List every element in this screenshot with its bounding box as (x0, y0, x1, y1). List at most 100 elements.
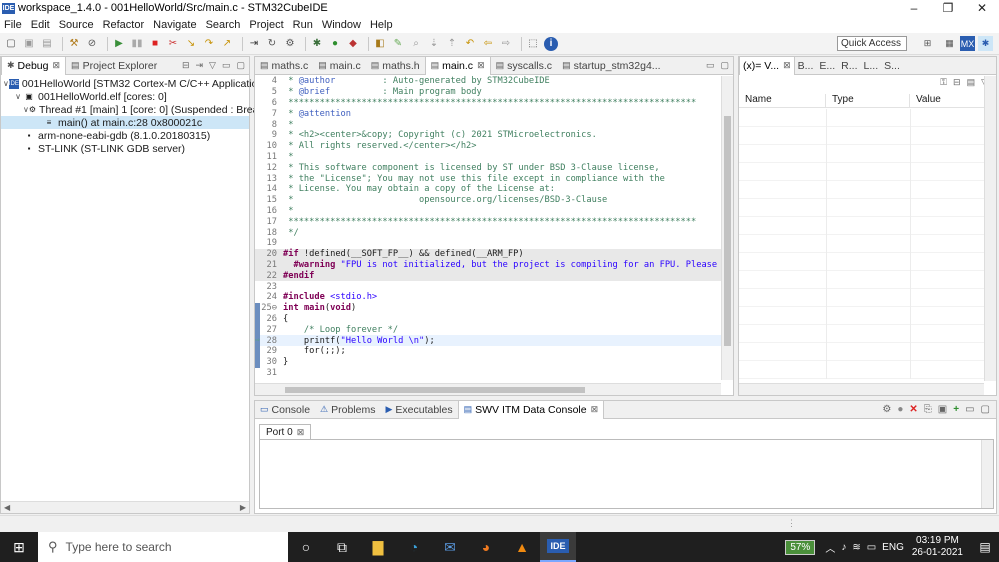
menu-project[interactable]: Project (249, 19, 283, 31)
run-icon[interactable]: ● (328, 37, 342, 51)
menu-search[interactable]: Search (206, 19, 241, 31)
edge-icon[interactable]: ◔ (396, 532, 432, 562)
task-view-icon[interactable]: ⧉ (324, 532, 360, 562)
battery-icon[interactable]: ▭ (867, 542, 876, 553)
scroll-thumb[interactable] (724, 116, 731, 346)
tab-editor-file[interactable]: ▤ main.c (313, 57, 365, 75)
open-type-icon[interactable]: ◧ (373, 37, 387, 51)
save-log-icon[interactable]: ▣ (938, 404, 947, 415)
next-annotation-icon[interactable]: ⇣ (427, 37, 441, 51)
maximize-view-icon[interactable]: ▢ (981, 404, 990, 415)
tab-variables-view[interactable]: E... (816, 57, 838, 75)
resume-icon[interactable]: ▶ (112, 37, 126, 51)
new-icon[interactable]: ▢ (4, 37, 18, 51)
tab-editor-file[interactable]: ▤ main.c ⊠ (424, 56, 491, 75)
editor-vscrollbar[interactable] (721, 76, 733, 380)
step-return-icon[interactable]: ↗ (220, 37, 234, 51)
collapse-all-icon[interactable]: ⊟ (953, 77, 961, 88)
settings-icon[interactable]: ⚙ (283, 37, 297, 51)
info-icon[interactable]: i (544, 36, 558, 51)
tab-project-explorer[interactable]: ▤ Project Explorer (66, 57, 162, 75)
open-perspective-icon[interactable]: ⊞ (920, 36, 935, 51)
debug-icon[interactable]: ✱ (310, 37, 324, 51)
console-output[interactable] (259, 439, 994, 509)
tab-variables-view[interactable]: (x)= V... ⊠ (739, 56, 795, 75)
col-type[interactable]: Type (826, 94, 910, 107)
step-over-icon[interactable]: ↷ (202, 37, 216, 51)
tab-variables-view[interactable]: R... (838, 57, 860, 75)
tab-variables-view[interactable]: B... (795, 57, 817, 75)
scroll-right-icon[interactable]: ▶ (240, 503, 246, 512)
vars-vscrollbar[interactable] (984, 76, 996, 381)
drag-handle-icon[interactable]: ⋮ (787, 518, 796, 529)
view-menu-icon[interactable]: ▽ (209, 60, 216, 71)
tree-item[interactable]: ∨ ⚙ Thread #1 [main] 1 [core: 0] (Suspende… (1, 103, 275, 116)
minimize-view-icon[interactable]: ▭ (222, 60, 231, 71)
close-icon[interactable]: ⊠ (591, 404, 599, 415)
menu-edit[interactable]: Edit (31, 19, 50, 31)
settings-icon[interactable]: ⚙ (882, 404, 891, 415)
build-icon[interactable]: ⚒ (67, 37, 81, 51)
firefox-icon[interactable]: ◕ (468, 532, 504, 562)
mail-icon[interactable]: ✉ (432, 532, 468, 562)
tab-editor-file[interactable]: ▤ syscalls.c (491, 57, 557, 75)
minimize-view-icon[interactable]: ▭ (706, 60, 715, 71)
tab-console-view[interactable]: ▤ SWV ITM Data Console ⊠ (457, 400, 605, 419)
external-tools-icon[interactable]: ◆ (346, 37, 360, 51)
notifications-icon[interactable]: ▤ (971, 540, 999, 554)
debug-hscrollbar[interactable]: ◀ ▶ (1, 501, 249, 513)
forward-icon[interactable]: ⇨ (499, 37, 513, 51)
tab-editor-file[interactable]: ▤ maths.h (366, 57, 425, 75)
last-edit-icon[interactable]: ↶ (463, 37, 477, 51)
volume-icon[interactable]: ♪ (841, 542, 846, 553)
wifi-icon[interactable]: ≋ (852, 542, 860, 553)
tree-item[interactable]: ▪ arm-none-eabi-gdb (8.1.0.20180315) (1, 129, 249, 142)
taskbar-search[interactable]: ⚲ Type here to search (38, 532, 288, 562)
step-into-icon[interactable]: ↘ (184, 37, 198, 51)
tab-editor-file[interactable]: ▤ maths.c (255, 57, 313, 75)
annotation-icon[interactable]: ⌕ (409, 37, 423, 51)
menu-source[interactable]: Source (59, 19, 94, 31)
vars-hscrollbar[interactable] (739, 383, 984, 395)
maximize-view-icon[interactable]: ▢ (720, 60, 729, 71)
console-vscrollbar[interactable] (981, 440, 993, 508)
prev-annotation-icon[interactable]: ⇡ (445, 37, 459, 51)
tree-item[interactable]: ≡ main() at main.c:28 0x800021c (1, 116, 249, 129)
tree-item[interactable]: ∨ IDE 001HelloWorld [STM32 Cortex-M C/C++ … (1, 77, 266, 90)
back-icon[interactable]: ⇦ (481, 37, 495, 51)
file-explorer-icon[interactable]: ▇ (360, 532, 396, 562)
save-icon[interactable]: ▣ (22, 37, 36, 51)
maximize-view-icon[interactable]: ▢ (236, 60, 245, 71)
suspend-icon[interactable]: ▮▮ (130, 37, 144, 51)
col-value[interactable]: Value (910, 94, 988, 107)
tab-editor-file[interactable]: ▤ startup_stm32g4... (557, 57, 665, 75)
skip-breakpoints-icon[interactable]: ⊘ (85, 37, 99, 51)
tab-debug[interactable]: ✱ Debug ⊠ (1, 56, 67, 75)
debug-perspective-icon[interactable]: ✱ (978, 36, 993, 51)
battery-indicator[interactable]: 57% (785, 539, 816, 555)
pin-editor-icon[interactable]: ⬚ (526, 37, 540, 51)
windows-start-icon[interactable]: ⊞ (0, 532, 38, 562)
disconnect-icon[interactable]: ✂ (166, 37, 180, 51)
tray-chevron-icon[interactable]: ︿ (825, 540, 835, 555)
start-trace-icon[interactable]: ● (897, 404, 903, 415)
save-all-icon[interactable]: ▤ (40, 37, 54, 51)
mx-perspective-icon[interactable]: MX (960, 36, 975, 51)
tab-variables-view[interactable]: L... (861, 57, 882, 75)
expand-icon[interactable]: ∨ (13, 92, 23, 101)
cc-perspective-icon[interactable]: ▦ (942, 36, 957, 51)
stop-trace-icon[interactable]: ✕ (909, 404, 917, 415)
restart-icon[interactable]: ↻ (265, 37, 279, 51)
step-filter-icon[interactable]: ⇥ (196, 60, 204, 71)
close-icon[interactable]: ⊠ (783, 60, 791, 71)
tree-item[interactable]: ▪ ST-LINK (ST-LINK GDB server) (1, 142, 249, 155)
minimize-button[interactable]: – (897, 0, 931, 16)
scroll-left-icon[interactable]: ◀ (4, 503, 10, 512)
layout-icon[interactable]: ▤ (967, 77, 976, 88)
col-name[interactable]: Name (739, 94, 826, 107)
add-port-icon[interactable]: + (953, 404, 959, 415)
close-icon[interactable]: ⊠ (53, 60, 61, 71)
editor-hscrollbar[interactable] (255, 383, 721, 395)
tree-item[interactable]: ∨ ▣ 001HelloWorld.elf [cores: 0] (1, 90, 249, 103)
language-indicator[interactable]: ENG (882, 542, 904, 553)
